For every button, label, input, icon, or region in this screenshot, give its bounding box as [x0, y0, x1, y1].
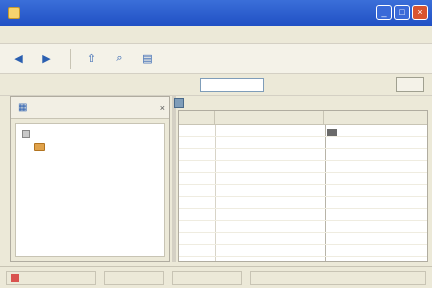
folders-pane: ▦ ×	[10, 96, 170, 262]
view-toggle-icon[interactable]	[174, 98, 184, 108]
table-row[interactable]	[179, 197, 427, 209]
table-row[interactable]	[179, 245, 427, 257]
forward-button[interactable]: ▶	[36, 48, 60, 70]
table-row[interactable]	[179, 137, 427, 149]
address-input[interactable]	[200, 77, 264, 92]
table-row[interactable]	[179, 173, 427, 185]
drive-icon	[22, 130, 30, 138]
close-pane-icon[interactable]: ×	[160, 103, 165, 113]
status-bar	[0, 266, 432, 288]
table-row[interactable]	[179, 125, 427, 137]
folder-icon	[34, 143, 45, 151]
pane-splitter[interactable]	[172, 96, 176, 262]
folder-up-icon: ⇧	[86, 53, 97, 65]
list-header	[179, 111, 427, 125]
table-row[interactable]	[179, 221, 427, 233]
folders-button[interactable]: ▤	[137, 48, 161, 70]
file-list	[178, 110, 428, 262]
close-button[interactable]: ×	[412, 5, 428, 20]
maximize-button[interactable]: □	[394, 5, 410, 20]
toolbar: ◀ ▶ ⇧ ⌕ ▤	[0, 44, 432, 74]
minimize-button[interactable]: _	[376, 5, 392, 20]
back-button[interactable]: ◀	[8, 48, 32, 70]
window-controls: _ □ ×	[376, 5, 428, 20]
app-icon	[8, 7, 20, 19]
status-panel-4	[250, 270, 426, 285]
table-row[interactable]	[179, 185, 427, 197]
folders-pane-header: ▦ ×	[11, 97, 169, 119]
address-bar	[0, 74, 432, 96]
back-arrow-icon: ◀	[14, 53, 23, 65]
go-button[interactable]	[396, 77, 424, 92]
search-icon: ⌕	[116, 52, 123, 64]
column-header-2[interactable]	[215, 111, 324, 125]
table-row[interactable]	[179, 233, 427, 245]
status-panel-3	[172, 270, 242, 285]
menu-bar	[0, 26, 432, 44]
tree-item-child[interactable]	[34, 141, 48, 153]
table-row[interactable]	[179, 209, 427, 221]
status-panel-1	[6, 270, 96, 285]
folder-tree-icon: ▦	[18, 102, 28, 113]
title-bar: _ □ ×	[0, 0, 432, 26]
up-button[interactable]: ⇧	[81, 48, 105, 70]
folders-pane-title: ▦	[15, 100, 32, 116]
column-header-3[interactable]	[324, 111, 427, 125]
column-header-1[interactable]	[179, 111, 215, 125]
toolbar-separator	[70, 48, 71, 69]
table-row[interactable]	[179, 161, 427, 173]
folders-icon: ▤	[142, 53, 153, 65]
table-row[interactable]	[179, 149, 427, 161]
list-body	[179, 125, 427, 261]
tree-item-root[interactable]	[22, 128, 33, 140]
forward-arrow-icon: ▶	[42, 53, 51, 65]
status-panel-2	[104, 270, 164, 285]
search-button[interactable]: ⌕	[109, 48, 133, 70]
folder-tree	[15, 123, 165, 257]
status-icon	[11, 273, 19, 282]
